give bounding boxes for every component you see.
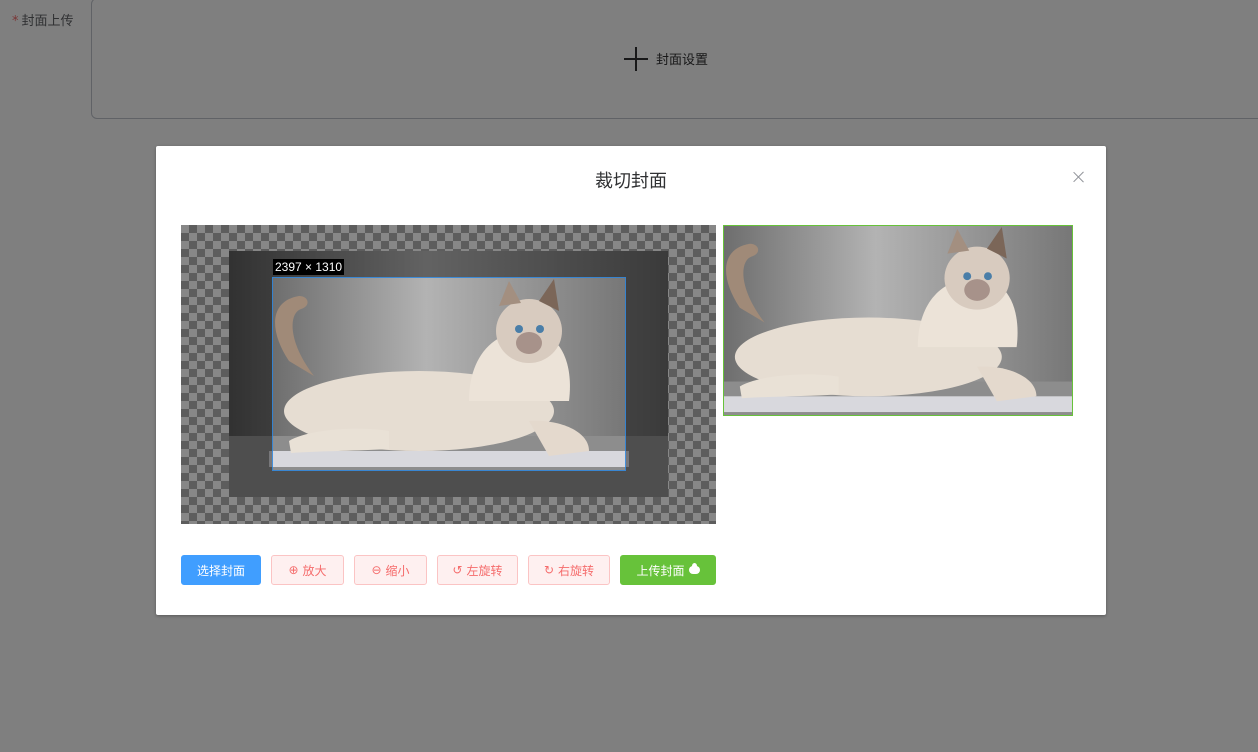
zoom-out-button[interactable]: ⊖ 缩小: [354, 555, 427, 585]
cat-photo-selected: [273, 278, 625, 470]
select-cover-button[interactable]: 选择封面: [181, 555, 261, 585]
cloud-upload-icon: [688, 563, 700, 574]
rotate-right-label: 右旋转: [558, 563, 595, 578]
zoom-out-icon: ⊖: [371, 563, 382, 577]
rotate-right-icon: ↻: [543, 563, 555, 577]
rotate-right-button[interactable]: ↻ 右旋转: [528, 555, 610, 585]
upload-cover-button[interactable]: 上传封面: [620, 555, 716, 585]
zoom-in-label: 放大: [302, 563, 327, 578]
rotate-left-button[interactable]: ↺ 左旋转: [437, 555, 518, 585]
zoom-in-icon: ⊕: [288, 563, 299, 577]
close-icon[interactable]: [1072, 170, 1086, 184]
rotate-left-label: 左旋转: [466, 563, 503, 578]
zoom-in-button[interactable]: ⊕ 放大: [271, 555, 344, 585]
crop-preview: [723, 225, 1073, 416]
dialog-title: 裁切封面: [595, 171, 667, 192]
image-cropper[interactable]: 2397 × 1310: [181, 225, 716, 524]
cat-photo-preview: [724, 226, 1072, 415]
crop-size-label: 2397 × 1310: [273, 259, 345, 275]
zoom-out-label: 缩小: [385, 563, 410, 578]
select-cover-label: 选择封面: [196, 563, 245, 578]
crop-cover-dialog: 裁切封面 2397 × 1310 选择封面 ⊕ 放大 ⊖ 缩小 ↺ 左旋转 ↻ …: [156, 146, 1106, 615]
rotate-left-icon: ↺: [452, 563, 463, 577]
upload-cover-label: 上传封面: [636, 563, 685, 578]
crop-selection-box[interactable]: [272, 277, 626, 471]
